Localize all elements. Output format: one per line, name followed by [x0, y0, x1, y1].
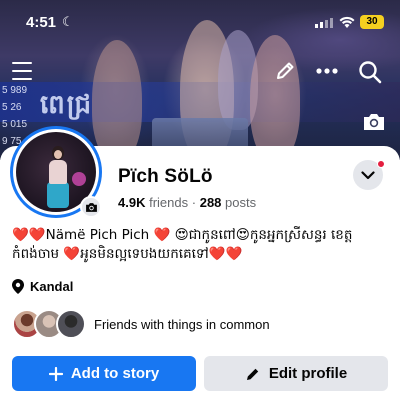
status-time: 4:51	[26, 14, 57, 31]
moon-icon: ☾	[62, 14, 74, 29]
camera-icon	[85, 202, 97, 212]
cover-person	[250, 35, 300, 160]
wifi-icon	[339, 16, 355, 28]
cover-person	[92, 40, 142, 160]
menu-icon[interactable]	[12, 62, 32, 80]
pencil-icon[interactable]	[274, 60, 296, 82]
plus-icon	[48, 366, 63, 381]
mutual-friends-text: Friends with things in common	[94, 316, 270, 332]
friends-count[interactable]: 4.9K	[118, 195, 145, 210]
mutual-friends-row[interactable]: Friends with things in common	[12, 308, 270, 340]
profile-location: Kandal	[12, 279, 73, 294]
cover-number: 5 26	[2, 102, 22, 113]
cover-number: 5 989	[2, 85, 28, 96]
cover-banner-text: ពេជ្រ	[40, 90, 94, 120]
stats-separator: ·	[191, 195, 197, 210]
profile-bio: ❤️❤️Nämë Pich Pich ❤️ 😍ជាកូនពៅ😍កូនអ្នកស្…	[12, 227, 353, 262]
camera-icon[interactable]	[362, 112, 386, 132]
avatar-camera-button[interactable]	[80, 196, 102, 218]
cover-number: 5 015	[2, 119, 28, 130]
posts-count: 288	[199, 195, 222, 210]
add-to-story-button[interactable]: Add to story	[12, 356, 196, 391]
location-text: Kandal	[30, 279, 74, 294]
posts-label: posts	[225, 195, 257, 210]
more-icon[interactable]	[316, 68, 338, 74]
edit-profile-label: Edit profile	[268, 365, 348, 382]
location-pin-icon	[12, 279, 24, 294]
profile-name: Pïch SöLö	[118, 166, 213, 187]
signal-icon	[315, 18, 333, 28]
friend-avatar[interactable]	[56, 309, 86, 339]
battery-indicator: 30	[360, 15, 384, 29]
friends-label[interactable]: friends	[149, 195, 188, 210]
profile-stats: 4.9K friends · 288 posts	[118, 195, 256, 210]
pencil-icon	[245, 366, 261, 382]
add-to-story-label: Add to story	[70, 365, 160, 382]
search-icon[interactable]	[358, 60, 382, 84]
edit-profile-button[interactable]: Edit profile	[204, 356, 388, 391]
status-bar: 4:51 ☾ 30	[0, 12, 400, 34]
chevron-down-icon	[361, 170, 375, 179]
notification-dot	[377, 160, 385, 168]
